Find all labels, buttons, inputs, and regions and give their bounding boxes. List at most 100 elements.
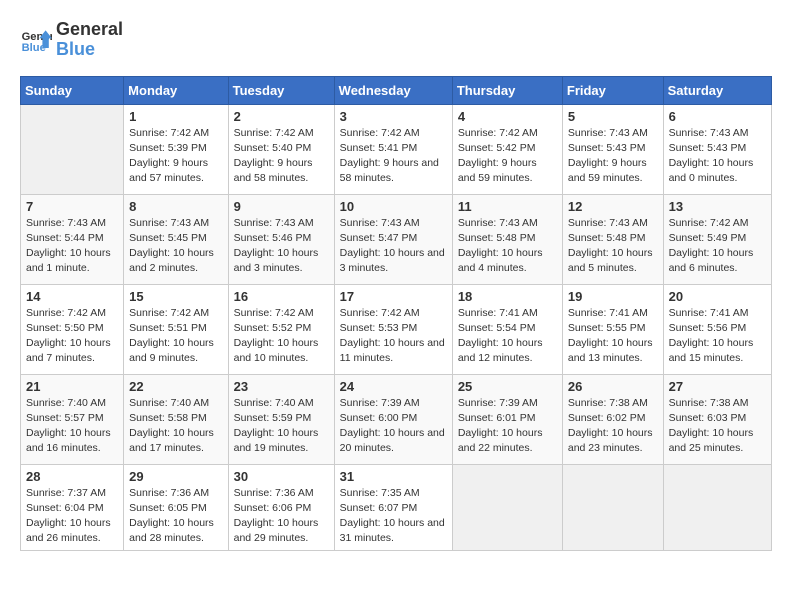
- col-header-wednesday: Wednesday: [334, 76, 452, 104]
- calendar-cell: 20 Sunrise: 7:41 AMSunset: 5:56 PMDaylig…: [663, 284, 771, 374]
- calendar-week-row: 28 Sunrise: 7:37 AMSunset: 6:04 PMDaylig…: [21, 464, 772, 551]
- col-header-monday: Monday: [124, 76, 228, 104]
- day-number: 30: [234, 469, 329, 484]
- day-number: 6: [669, 109, 766, 124]
- day-info: Sunrise: 7:43 AMSunset: 5:45 PMDaylight:…: [129, 216, 222, 277]
- day-info: Sunrise: 7:42 AMSunset: 5:40 PMDaylight:…: [234, 126, 329, 187]
- calendar-week-row: 21 Sunrise: 7:40 AMSunset: 5:57 PMDaylig…: [21, 374, 772, 464]
- day-number: 28: [26, 469, 118, 484]
- calendar-cell: 17 Sunrise: 7:42 AMSunset: 5:53 PMDaylig…: [334, 284, 452, 374]
- calendar-cell: 11 Sunrise: 7:43 AMSunset: 5:48 PMDaylig…: [452, 194, 562, 284]
- day-number: 17: [340, 289, 447, 304]
- col-header-saturday: Saturday: [663, 76, 771, 104]
- calendar-week-row: 1 Sunrise: 7:42 AMSunset: 5:39 PMDayligh…: [21, 104, 772, 194]
- day-number: 16: [234, 289, 329, 304]
- day-number: 1: [129, 109, 222, 124]
- calendar-cell: 6 Sunrise: 7:43 AMSunset: 5:43 PMDayligh…: [663, 104, 771, 194]
- day-number: 9: [234, 199, 329, 214]
- day-number: 7: [26, 199, 118, 214]
- day-number: 18: [458, 289, 557, 304]
- day-number: 23: [234, 379, 329, 394]
- svg-text:Blue: Blue: [22, 42, 46, 54]
- day-info: Sunrise: 7:42 AMSunset: 5:50 PMDaylight:…: [26, 306, 118, 367]
- day-number: 8: [129, 199, 222, 214]
- day-number: 27: [669, 379, 766, 394]
- calendar-cell: 3 Sunrise: 7:42 AMSunset: 5:41 PMDayligh…: [334, 104, 452, 194]
- calendar-header-row: SundayMondayTuesdayWednesdayThursdayFrid…: [21, 76, 772, 104]
- day-info: Sunrise: 7:40 AMSunset: 5:57 PMDaylight:…: [26, 396, 118, 457]
- calendar-cell: 4 Sunrise: 7:42 AMSunset: 5:42 PMDayligh…: [452, 104, 562, 194]
- day-info: Sunrise: 7:41 AMSunset: 5:55 PMDaylight:…: [568, 306, 658, 367]
- day-info: Sunrise: 7:43 AMSunset: 5:48 PMDaylight:…: [568, 216, 658, 277]
- day-number: 15: [129, 289, 222, 304]
- col-header-friday: Friday: [562, 76, 663, 104]
- calendar-cell: [562, 464, 663, 551]
- day-number: 12: [568, 199, 658, 214]
- day-info: Sunrise: 7:42 AMSunset: 5:53 PMDaylight:…: [340, 306, 447, 367]
- day-number: 19: [568, 289, 658, 304]
- day-info: Sunrise: 7:42 AMSunset: 5:39 PMDaylight:…: [129, 126, 222, 187]
- day-info: Sunrise: 7:42 AMSunset: 5:52 PMDaylight:…: [234, 306, 329, 367]
- day-number: 14: [26, 289, 118, 304]
- day-number: 4: [458, 109, 557, 124]
- page-header: General Blue GeneralBlue: [20, 20, 772, 60]
- calendar-cell: 7 Sunrise: 7:43 AMSunset: 5:44 PMDayligh…: [21, 194, 124, 284]
- day-number: 31: [340, 469, 447, 484]
- day-number: 26: [568, 379, 658, 394]
- day-info: Sunrise: 7:38 AMSunset: 6:02 PMDaylight:…: [568, 396, 658, 457]
- calendar-cell: 27 Sunrise: 7:38 AMSunset: 6:03 PMDaylig…: [663, 374, 771, 464]
- day-number: 24: [340, 379, 447, 394]
- calendar-cell: 25 Sunrise: 7:39 AMSunset: 6:01 PMDaylig…: [452, 374, 562, 464]
- calendar-cell: 28 Sunrise: 7:37 AMSunset: 6:04 PMDaylig…: [21, 464, 124, 551]
- calendar-cell: [452, 464, 562, 551]
- day-number: 3: [340, 109, 447, 124]
- calendar-table: SundayMondayTuesdayWednesdayThursdayFrid…: [20, 76, 772, 552]
- day-info: Sunrise: 7:43 AMSunset: 5:43 PMDaylight:…: [568, 126, 658, 187]
- calendar-cell: 29 Sunrise: 7:36 AMSunset: 6:05 PMDaylig…: [124, 464, 228, 551]
- day-info: Sunrise: 7:41 AMSunset: 5:54 PMDaylight:…: [458, 306, 557, 367]
- day-info: Sunrise: 7:43 AMSunset: 5:47 PMDaylight:…: [340, 216, 447, 277]
- day-info: Sunrise: 7:40 AMSunset: 5:59 PMDaylight:…: [234, 396, 329, 457]
- calendar-cell: 10 Sunrise: 7:43 AMSunset: 5:47 PMDaylig…: [334, 194, 452, 284]
- day-number: 22: [129, 379, 222, 394]
- day-number: 20: [669, 289, 766, 304]
- calendar-cell: 16 Sunrise: 7:42 AMSunset: 5:52 PMDaylig…: [228, 284, 334, 374]
- logo-text: GeneralBlue: [56, 20, 123, 60]
- calendar-cell: 31 Sunrise: 7:35 AMSunset: 6:07 PMDaylig…: [334, 464, 452, 551]
- day-info: Sunrise: 7:42 AMSunset: 5:49 PMDaylight:…: [669, 216, 766, 277]
- col-header-sunday: Sunday: [21, 76, 124, 104]
- calendar-cell: 30 Sunrise: 7:36 AMSunset: 6:06 PMDaylig…: [228, 464, 334, 551]
- day-info: Sunrise: 7:35 AMSunset: 6:07 PMDaylight:…: [340, 486, 447, 547]
- calendar-cell: 13 Sunrise: 7:42 AMSunset: 5:49 PMDaylig…: [663, 194, 771, 284]
- day-info: Sunrise: 7:37 AMSunset: 6:04 PMDaylight:…: [26, 486, 118, 547]
- day-info: Sunrise: 7:42 AMSunset: 5:42 PMDaylight:…: [458, 126, 557, 187]
- calendar-cell: 21 Sunrise: 7:40 AMSunset: 5:57 PMDaylig…: [21, 374, 124, 464]
- calendar-cell: 15 Sunrise: 7:42 AMSunset: 5:51 PMDaylig…: [124, 284, 228, 374]
- day-info: Sunrise: 7:42 AMSunset: 5:41 PMDaylight:…: [340, 126, 447, 187]
- logo-icon: General Blue: [20, 24, 52, 56]
- calendar-cell: 22 Sunrise: 7:40 AMSunset: 5:58 PMDaylig…: [124, 374, 228, 464]
- calendar-cell: 19 Sunrise: 7:41 AMSunset: 5:55 PMDaylig…: [562, 284, 663, 374]
- calendar-week-row: 7 Sunrise: 7:43 AMSunset: 5:44 PMDayligh…: [21, 194, 772, 284]
- calendar-cell: 1 Sunrise: 7:42 AMSunset: 5:39 PMDayligh…: [124, 104, 228, 194]
- day-info: Sunrise: 7:42 AMSunset: 5:51 PMDaylight:…: [129, 306, 222, 367]
- day-info: Sunrise: 7:43 AMSunset: 5:44 PMDaylight:…: [26, 216, 118, 277]
- day-info: Sunrise: 7:36 AMSunset: 6:06 PMDaylight:…: [234, 486, 329, 547]
- calendar-cell: 9 Sunrise: 7:43 AMSunset: 5:46 PMDayligh…: [228, 194, 334, 284]
- day-info: Sunrise: 7:38 AMSunset: 6:03 PMDaylight:…: [669, 396, 766, 457]
- calendar-cell: 5 Sunrise: 7:43 AMSunset: 5:43 PMDayligh…: [562, 104, 663, 194]
- day-number: 13: [669, 199, 766, 214]
- calendar-cell: [663, 464, 771, 551]
- day-number: 10: [340, 199, 447, 214]
- day-info: Sunrise: 7:43 AMSunset: 5:46 PMDaylight:…: [234, 216, 329, 277]
- day-info: Sunrise: 7:36 AMSunset: 6:05 PMDaylight:…: [129, 486, 222, 547]
- day-number: 5: [568, 109, 658, 124]
- calendar-cell: 2 Sunrise: 7:42 AMSunset: 5:40 PMDayligh…: [228, 104, 334, 194]
- logo: General Blue GeneralBlue: [20, 20, 123, 60]
- col-header-tuesday: Tuesday: [228, 76, 334, 104]
- day-number: 29: [129, 469, 222, 484]
- calendar-week-row: 14 Sunrise: 7:42 AMSunset: 5:50 PMDaylig…: [21, 284, 772, 374]
- calendar-cell: 26 Sunrise: 7:38 AMSunset: 6:02 PMDaylig…: [562, 374, 663, 464]
- day-info: Sunrise: 7:41 AMSunset: 5:56 PMDaylight:…: [669, 306, 766, 367]
- calendar-cell: 24 Sunrise: 7:39 AMSunset: 6:00 PMDaylig…: [334, 374, 452, 464]
